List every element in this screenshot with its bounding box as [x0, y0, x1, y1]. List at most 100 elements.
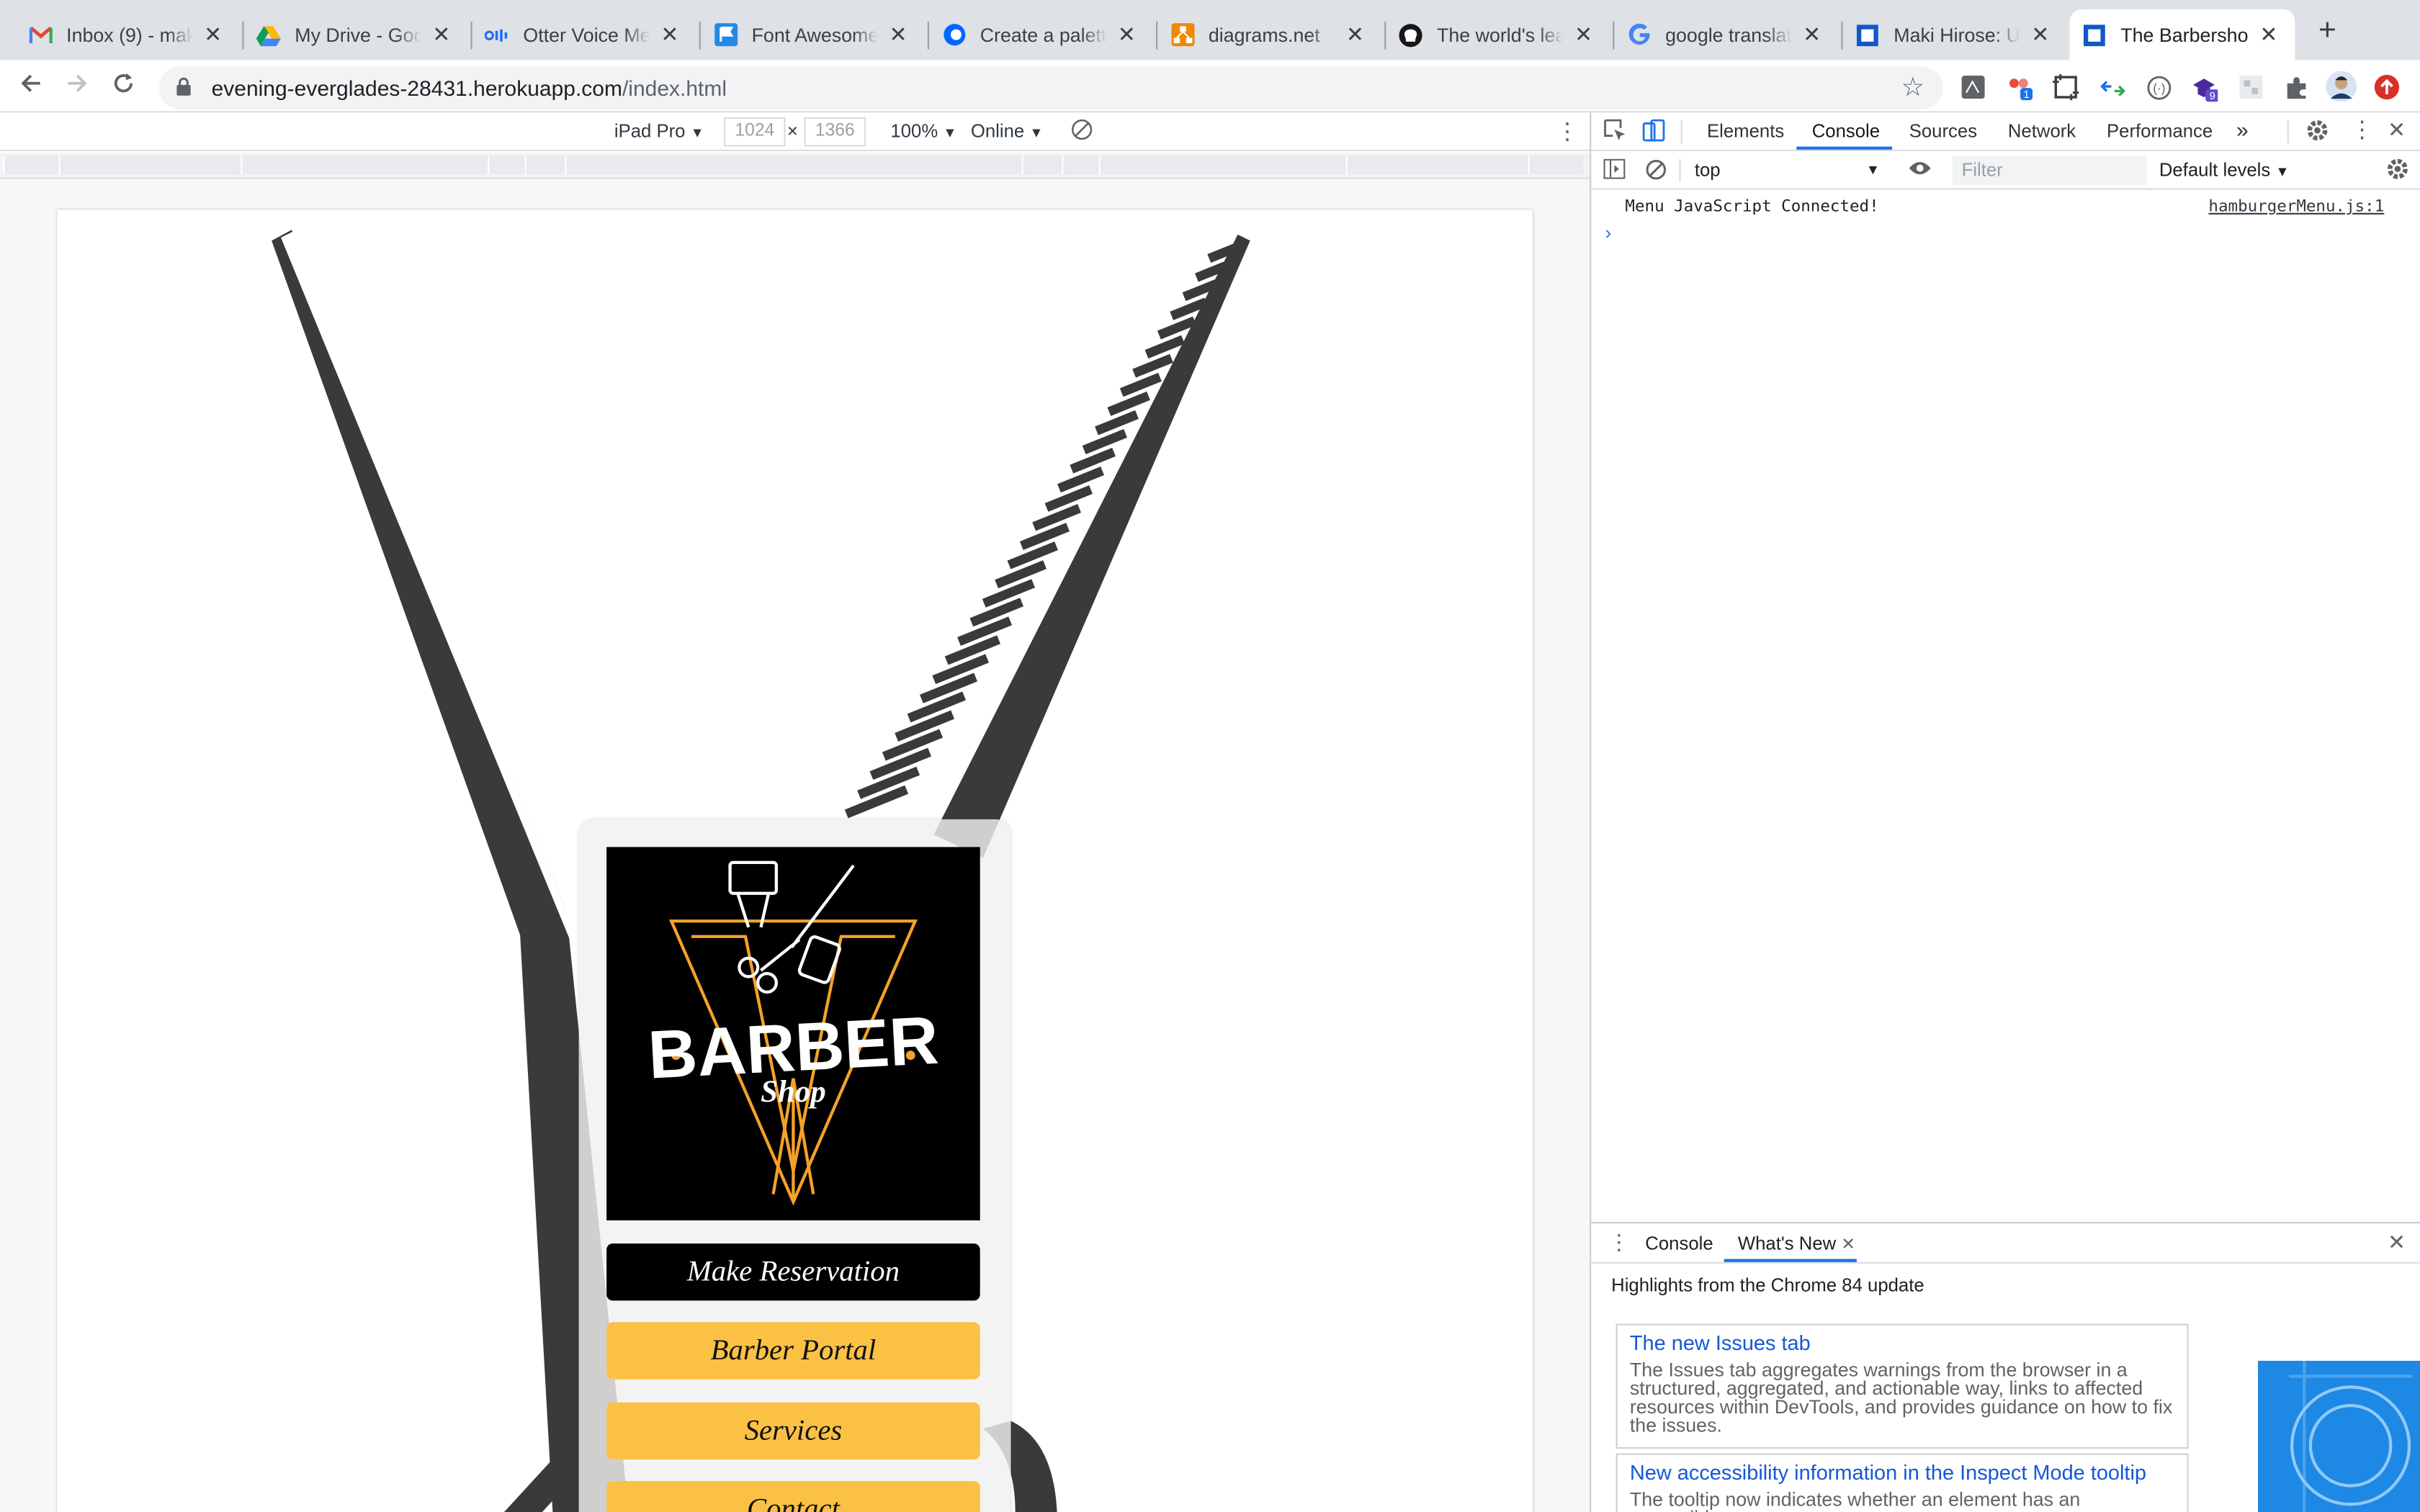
device-more-icon[interactable]: ⋮: [1556, 117, 1579, 145]
network-select[interactable]: Online ▼: [971, 120, 1044, 142]
context-value: top: [1694, 158, 1721, 181]
console-prompt[interactable]: ›: [1605, 222, 1612, 244]
tab-maki-hirose[interactable]: Maki Hirose: UX/ ✕: [1843, 9, 2067, 60]
extension-7-icon[interactable]: [2238, 74, 2264, 100]
close-drawer-tab-icon[interactable]: ✕: [1841, 1236, 1855, 1254]
sidebar-toggle-icon[interactable]: [1603, 158, 1626, 184]
device-toolbar: iPad Pro ▼ 1024 × 1366 100% ▼ Online ▼ ⋮: [0, 112, 1590, 151]
tab-title: Otter Voice Meeti: [523, 24, 650, 46]
browser-toolbar: evening-everglades-28431.herokuapp.com/i…: [0, 60, 2420, 113]
close-tab-icon[interactable]: ✕: [1113, 22, 1141, 48]
zoom-value: 100%: [890, 120, 938, 143]
levels-value: Default levels: [2159, 158, 2271, 181]
close-tab-icon[interactable]: ✕: [428, 22, 456, 48]
drawer-tab-console[interactable]: Console: [1645, 1233, 1713, 1254]
extension-5-icon[interactable]: (·): [2146, 74, 2172, 100]
tab-title: My Drive - Google: [295, 24, 421, 46]
rotate-icon[interactable]: [1071, 119, 1093, 145]
log-levels-select[interactable]: Default levels ▼: [2159, 159, 2290, 181]
feature-card[interactable]: New accessibility information in the Ins…: [1615, 1453, 2189, 1512]
reload-icon[interactable]: [108, 71, 139, 102]
devtools-menu-icon[interactable]: ⋮: [2351, 116, 2374, 143]
tab-performance[interactable]: Performance: [2107, 120, 2213, 142]
new-tab-button[interactable]: +: [2311, 15, 2344, 49]
eye-icon[interactable]: [1908, 159, 1932, 182]
tab-sources[interactable]: Sources: [1909, 120, 1977, 142]
extension-1-icon[interactable]: [1960, 74, 1986, 100]
close-tab-icon[interactable]: ✕: [1569, 22, 1597, 48]
settings-gear-icon[interactable]: [2305, 119, 2329, 147]
console-message: Menu JavaScript Connected!: [1625, 197, 1879, 216]
services-button[interactable]: Services: [606, 1402, 980, 1460]
tab-diagrams[interactable]: diagrams.net ✕: [1157, 9, 1381, 60]
more-tabs-icon[interactable]: »: [2236, 117, 2249, 142]
close-tab-icon[interactable]: ✕: [2255, 22, 2283, 48]
close-tab-icon[interactable]: ✕: [884, 22, 913, 48]
profile-avatar[interactable]: [2326, 71, 2357, 102]
feature-title[interactable]: The new Issues tab: [1630, 1331, 2174, 1354]
back-arrow-icon[interactable]: [15, 71, 46, 102]
square-site-icon: [2082, 22, 2107, 47]
drawer-tab-whats-new[interactable]: What's New ✕: [1738, 1233, 1855, 1254]
github-icon: [1398, 22, 1422, 47]
tab-coolors[interactable]: Create a palette ✕: [929, 9, 1153, 60]
tab-font-awesome[interactable]: Font Awesome ✕: [701, 9, 925, 60]
close-tab-icon[interactable]: ✕: [1341, 22, 1369, 48]
zoom-select[interactable]: 100% ▼: [890, 120, 956, 142]
drawer-tab-bar: ⋮ Console What's New ✕ ✕: [1591, 1223, 2420, 1264]
tab-console[interactable]: Console: [1812, 120, 1880, 142]
drawer-menu-icon[interactable]: ⋮: [1608, 1230, 1630, 1256]
update-icon[interactable]: [2374, 74, 2400, 100]
tab-barbershop[interactable]: The Barbershop ✕: [2069, 9, 2295, 60]
tab-title: google translate: [1665, 24, 1792, 46]
extension-4-icon[interactable]: [2099, 74, 2125, 100]
console-filter-input[interactable]: Filter: [1952, 156, 2147, 186]
make-reservation-button[interactable]: Make Reservation: [606, 1243, 980, 1301]
tab-drive[interactable]: My Drive - Google ✕: [244, 9, 468, 60]
tab-gmail[interactable]: Inbox (9) - making ✕: [15, 9, 239, 60]
dimension-separator: ×: [786, 120, 798, 143]
console-settings-gear-icon[interactable]: [2386, 158, 2409, 186]
extensions-puzzle-icon[interactable]: [2282, 74, 2308, 100]
close-tab-icon[interactable]: ✕: [199, 22, 227, 48]
inspect-element-icon[interactable]: [1603, 119, 1626, 147]
network-value: Online: [970, 120, 1025, 143]
close-tab-icon[interactable]: ✕: [2027, 22, 2055, 48]
tab-network[interactable]: Network: [2008, 120, 2076, 142]
barber-portal-button[interactable]: Barber Portal: [606, 1322, 980, 1380]
tab-title: Maki Hirose: UX/: [1894, 24, 2020, 46]
bookmark-star-icon[interactable]: ☆: [1901, 73, 1924, 104]
height-input[interactable]: 1366: [804, 117, 866, 147]
devtools-tab-bar: Elements Console Sources Network Perform…: [1591, 112, 2420, 151]
close-tab-icon[interactable]: ✕: [1798, 22, 1826, 48]
feature-title[interactable]: New accessibility information in the Ins…: [1630, 1461, 2174, 1484]
gmail-icon: [28, 22, 53, 47]
device-toggle-icon[interactable]: [1642, 119, 1665, 147]
tab-otter[interactable]: Otter Voice Meeti ✕: [472, 9, 696, 60]
feature-card[interactable]: The new Issues tab The Issues tab aggreg…: [1615, 1323, 2189, 1449]
clear-console-icon[interactable]: [1645, 159, 1667, 185]
lock-icon: [176, 76, 197, 99]
context-select[interactable]: top ▼: [1688, 156, 1880, 185]
extension-6-icon[interactable]: 9: [2192, 74, 2218, 101]
forward-arrow-icon[interactable]: [62, 71, 93, 102]
coolors-icon: [941, 22, 966, 47]
width-input[interactable]: 1024: [723, 117, 786, 147]
close-tab-icon[interactable]: ✕: [656, 22, 684, 48]
menu-card: BARBER Shop Make Reservation Barber Port…: [578, 819, 1011, 1512]
tab-github[interactable]: The world's leadi ✕: [1386, 9, 1610, 60]
device-select[interactable]: iPad Pro ▼: [614, 120, 704, 142]
close-devtools-icon[interactable]: ✕: [2388, 117, 2406, 143]
close-drawer-icon[interactable]: ✕: [2388, 1230, 2406, 1256]
whats-new-label: What's New: [1737, 1233, 1837, 1255]
logo-sub-text: Shop: [761, 1075, 826, 1109]
tab-strip: Inbox (9) - making ✕ My Drive - Google ✕…: [0, 0, 2420, 60]
tab-elements[interactable]: Elements: [1707, 120, 1784, 142]
contact-button[interactable]: Contact: [606, 1481, 980, 1512]
extension-2-icon[interactable]: 1: [2007, 74, 2033, 101]
tab-google-translate[interactable]: google translate ✕: [1614, 9, 1838, 60]
address-bar[interactable]: evening-everglades-28431.herokuapp.com/i…: [158, 66, 1943, 110]
tab-title: Inbox (9) - making: [66, 24, 193, 46]
console-source-link[interactable]: hamburgerMenu.js:1: [2208, 197, 2384, 216]
extension-3-icon[interactable]: [2053, 73, 2079, 101]
